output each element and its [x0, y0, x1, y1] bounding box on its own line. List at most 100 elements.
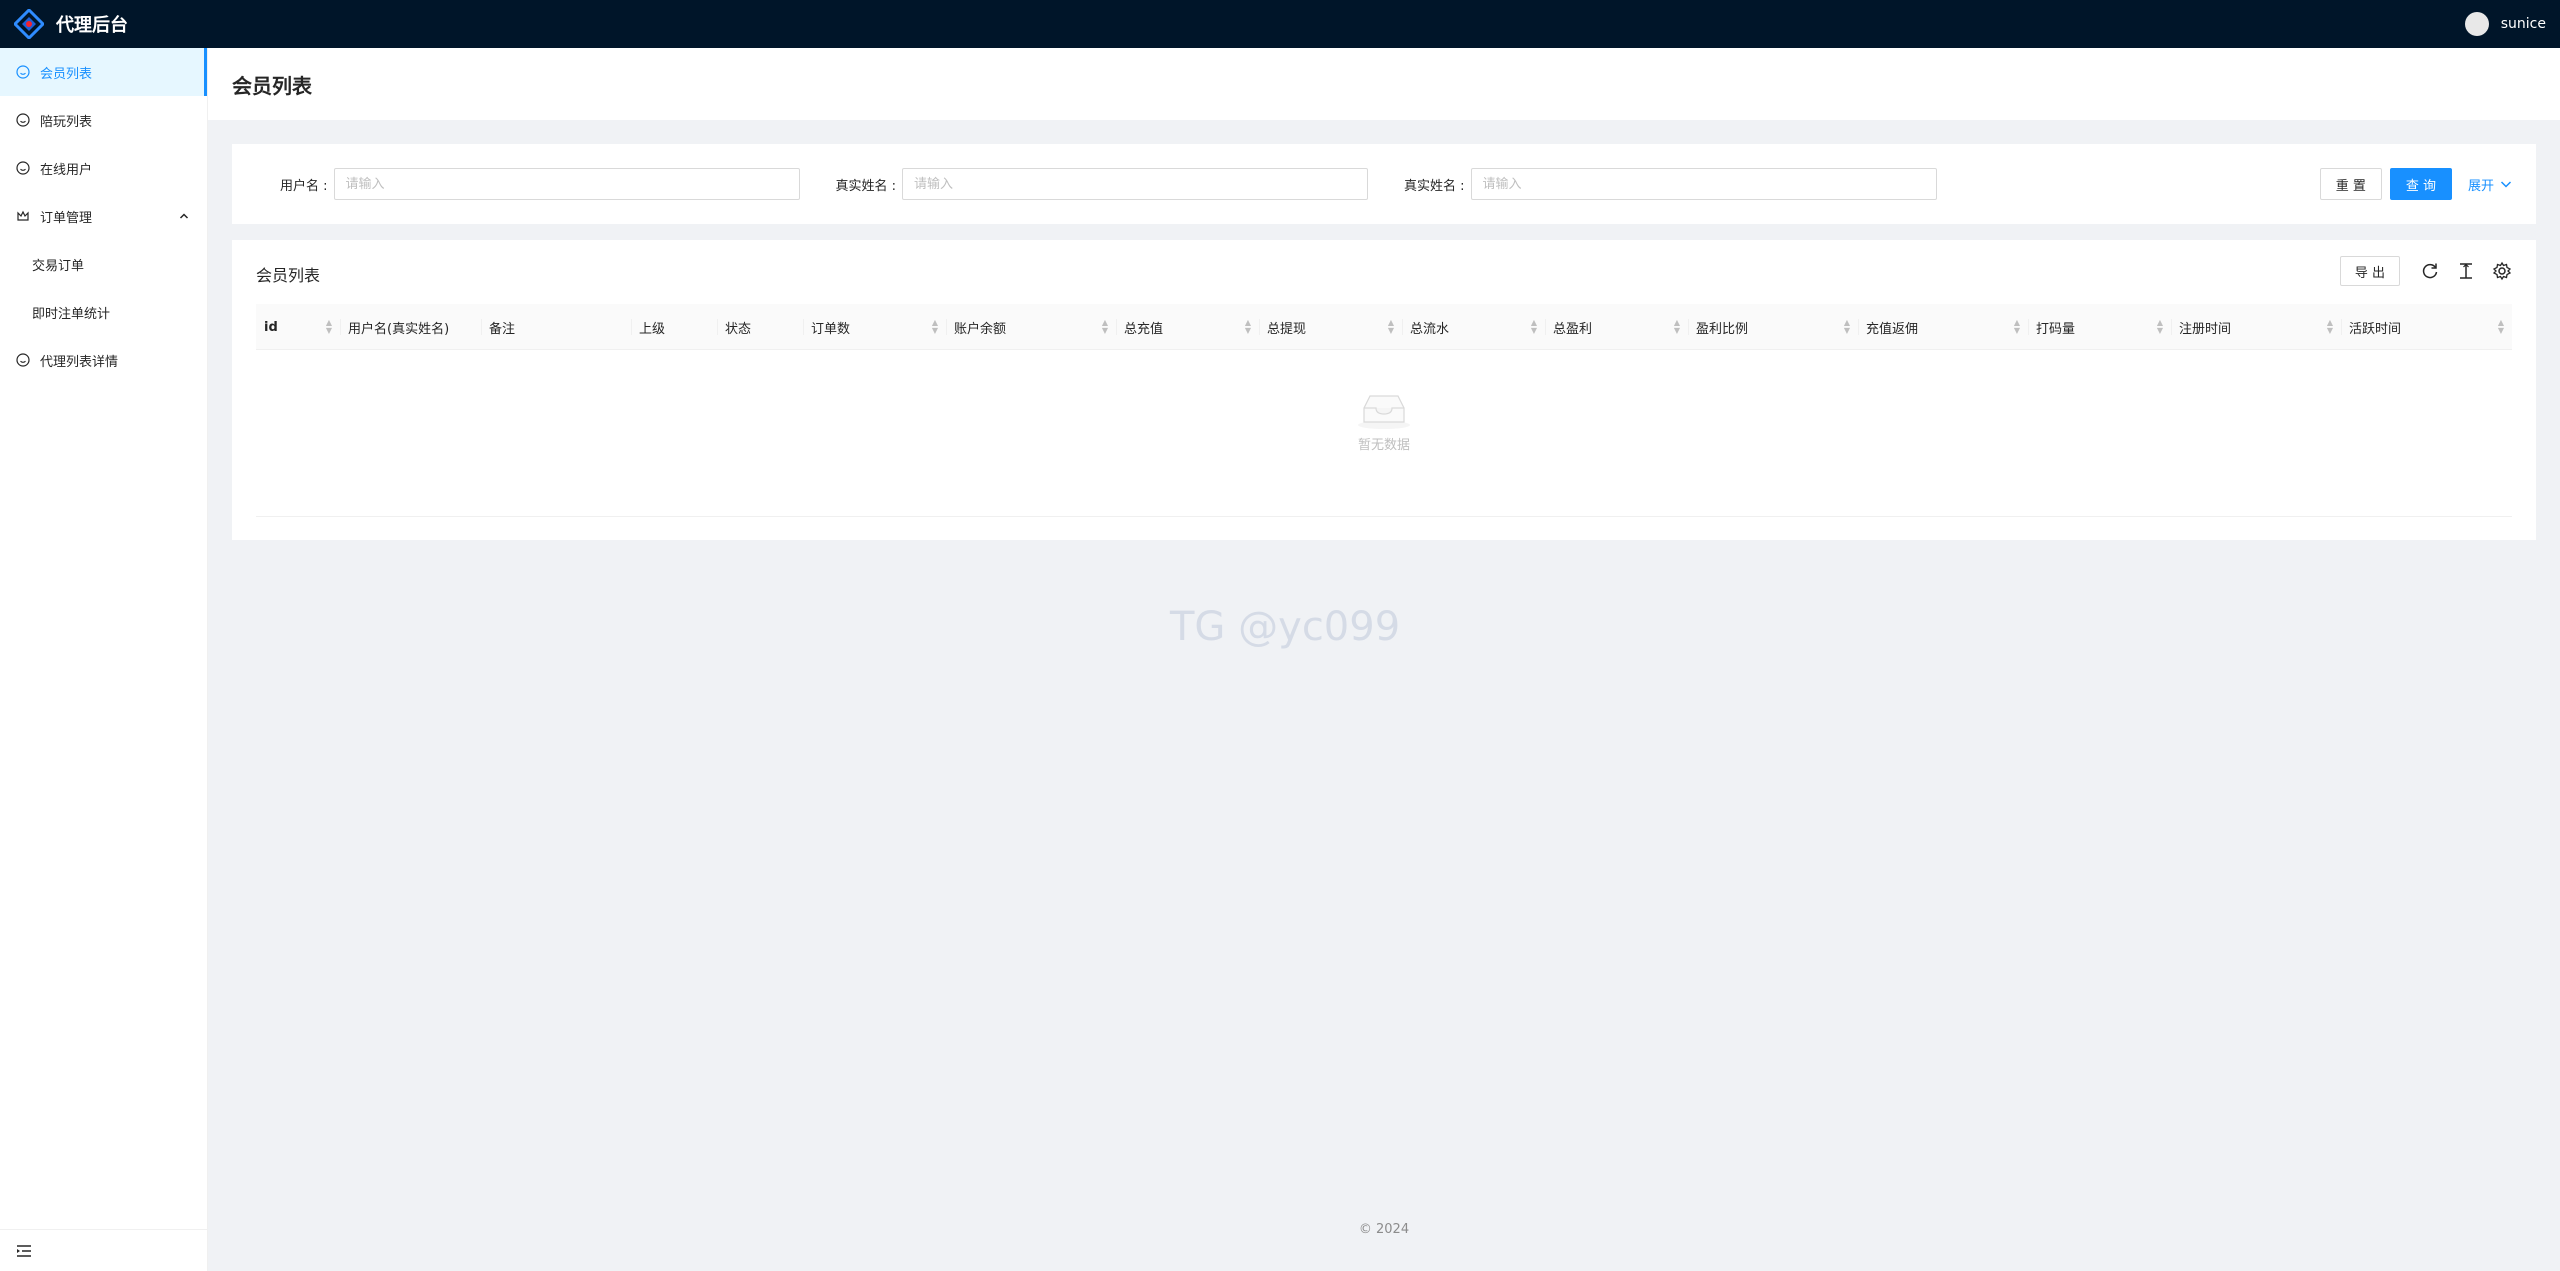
- chevron-up-icon: [179, 213, 189, 219]
- page-header: 会员列表: [208, 48, 2560, 120]
- column-status: 状态: [717, 304, 803, 350]
- column-label: 打码量: [2036, 321, 2076, 337]
- column-label: 总提现: [1267, 321, 1307, 337]
- sort-icon[interactable]: ▲ ▼: [1245, 319, 1251, 335]
- footer-text: 2024: [1376, 1222, 1410, 1237]
- column-label: 上级: [639, 321, 666, 337]
- sidebar-item-label: 陪玩列表: [40, 114, 93, 130]
- real-name-label-2: 真实姓名 :: [1404, 178, 1465, 194]
- column-label: 备注: [489, 321, 516, 337]
- column-order-count[interactable]: 订单数 ▲ ▼: [803, 304, 946, 350]
- empty-state: 暂无数据: [256, 350, 2512, 517]
- column-superior: 上级: [631, 304, 717, 350]
- smile-icon: [16, 353, 30, 367]
- real-name-input[interactable]: [902, 168, 1369, 200]
- sort-icon[interactable]: ▲ ▼: [1102, 319, 1108, 335]
- avatar[interactable]: [2464, 12, 2489, 36]
- sidebar-item-order-management[interactable]: 订单管理: [0, 192, 207, 240]
- sort-icon[interactable]: ▲ ▼: [1531, 319, 1537, 335]
- table-toolbar: 导 出: [2339, 256, 2512, 286]
- smile-icon: [16, 161, 30, 175]
- column-remark: 备注: [481, 304, 631, 350]
- column-label: 盈利比例: [1696, 321, 1749, 337]
- app-title: 代理后台: [56, 15, 128, 36]
- sort-icon[interactable]: ▲ ▼: [1674, 319, 1680, 335]
- sort-icon[interactable]: ▲ ▼: [2014, 319, 2020, 335]
- sidebar-item-label: 在线用户: [40, 162, 93, 178]
- sidebar-item-label: 代理列表详情: [40, 354, 119, 370]
- real-name-label: 真实姓名 :: [835, 178, 897, 194]
- reset-button[interactable]: 重 置: [2319, 168, 2382, 200]
- sidebar-item-agent-list-detail[interactable]: 代理列表详情: [0, 336, 207, 384]
- user-menu[interactable]: sunice: [2464, 12, 2546, 36]
- table-card: 会员列表 导 出 id ▲ ▼ 用户名(真实姓名) 备注 上级 状态 订单数 ▲ ▼ 账…: [232, 240, 2536, 540]
- table-title: 会员列表: [256, 266, 321, 285]
- expand-label: 展开: [2467, 178, 2494, 194]
- page-title: 会员列表: [232, 73, 312, 98]
- username-label: 用户名 :: [280, 178, 328, 194]
- sidebar-item-trade-orders[interactable]: 交易订单: [0, 240, 207, 288]
- sort-icon[interactable]: ▲ ▼: [1388, 319, 1394, 335]
- username: sunice: [2500, 16, 2546, 32]
- column-username: 用户名(真实姓名): [340, 304, 481, 350]
- copyright-icon: ©: [1358, 1222, 1372, 1237]
- query-button[interactable]: 查 询: [2389, 168, 2452, 200]
- column-label: id: [264, 319, 278, 335]
- sort-icon[interactable]: ▲ ▼: [1844, 319, 1850, 335]
- sort-icon[interactable]: ▲ ▼: [2498, 319, 2504, 335]
- column-label: 订单数: [811, 321, 851, 337]
- column-label: 状态: [725, 321, 752, 337]
- footer: © 2024: [208, 1222, 2560, 1237]
- username-input[interactable]: [333, 168, 800, 200]
- sort-icon[interactable]: ▲ ▼: [2157, 319, 2163, 335]
- sidebar-collapse-button[interactable]: [0, 1229, 207, 1271]
- sidebar-item-label: 交易订单: [32, 258, 85, 274]
- column-balance[interactable]: 账户余额 ▲ ▼: [946, 304, 1116, 350]
- inbox-empty-icon: [1358, 395, 1410, 429]
- column-profit-ratio[interactable]: 盈利比例 ▲ ▼: [1688, 304, 1858, 350]
- column-label: 活跃时间: [2349, 321, 2402, 337]
- chevron-down-icon: [2500, 181, 2512, 188]
- column-label: 注册时间: [2179, 321, 2232, 337]
- sidebar: 会员列表 陪玩列表 在线用户 订单管理 交易订单 即时注单统计 代理列表详情: [0, 48, 208, 1271]
- expand-toggle[interactable]: 展开: [2468, 175, 2512, 194]
- column-total-withdraw[interactable]: 总提现 ▲ ▼: [1259, 304, 1402, 350]
- column-id[interactable]: id ▲ ▼: [256, 304, 340, 350]
- sidebar-item-member-list[interactable]: 会员列表: [0, 48, 207, 96]
- setting-icon[interactable]: [2492, 261, 2512, 281]
- column-label: 总流水: [1410, 321, 1450, 337]
- menu-fold-icon: [17, 1244, 31, 1257]
- sidebar-item-companion-list[interactable]: 陪玩列表: [0, 96, 207, 144]
- column-height-icon[interactable]: [2456, 261, 2476, 281]
- watermark: TG @yc099: [1170, 604, 1401, 650]
- column-register-time[interactable]: 注册时间 ▲ ▼: [2171, 304, 2341, 350]
- sidebar-item-instant-bet-stats[interactable]: 即时注单统计: [0, 288, 207, 336]
- sidebar-item-online-users[interactable]: 在线用户: [0, 144, 207, 192]
- real-name-input-2[interactable]: [1470, 168, 1937, 200]
- table-header: id ▲ ▼ 用户名(真实姓名) 备注 上级 状态 订单数 ▲ ▼ 账户余额 ▲ ▼ 总充值…: [256, 304, 2512, 350]
- reload-icon[interactable]: [2420, 261, 2440, 281]
- search-form: 用户名 : 真实姓名 : 真实姓名 : 重 置 查 询 展开: [232, 144, 2536, 224]
- smile-icon: [16, 113, 30, 127]
- column-label: 用户名(真实姓名): [348, 321, 450, 337]
- sidebar-item-label: 订单管理: [40, 210, 93, 226]
- column-active-time[interactable]: 活跃时间 ▲ ▼: [2341, 304, 2512, 350]
- sidebar-item-label: 会员列表: [40, 66, 93, 82]
- smile-icon: [16, 65, 30, 79]
- column-total-recharge[interactable]: 总充值 ▲ ▼: [1116, 304, 1259, 350]
- column-total-turnover[interactable]: 总流水 ▲ ▼: [1402, 304, 1545, 350]
- empty-text: 暂无数据: [1357, 438, 1410, 453]
- column-bet-amount[interactable]: 打码量 ▲ ▼: [2028, 304, 2171, 350]
- column-label: 充值返佣: [1866, 321, 1919, 337]
- sidebar-item-label: 即时注单统计: [32, 306, 111, 322]
- column-label: 总充值: [1124, 321, 1164, 337]
- sort-icon[interactable]: ▲ ▼: [326, 319, 332, 335]
- export-button[interactable]: 导 出: [2339, 256, 2400, 286]
- logo-icon: [14, 9, 44, 39]
- sort-icon[interactable]: ▲ ▼: [932, 319, 938, 335]
- top-header: 代理后台 sunice: [0, 0, 2560, 48]
- column-label: 总盈利: [1553, 321, 1593, 337]
- column-total-profit[interactable]: 总盈利 ▲ ▼: [1545, 304, 1688, 350]
- sort-icon[interactable]: ▲ ▼: [2327, 319, 2333, 335]
- column-recharge-rebate[interactable]: 充值返佣 ▲ ▼: [1858, 304, 2028, 350]
